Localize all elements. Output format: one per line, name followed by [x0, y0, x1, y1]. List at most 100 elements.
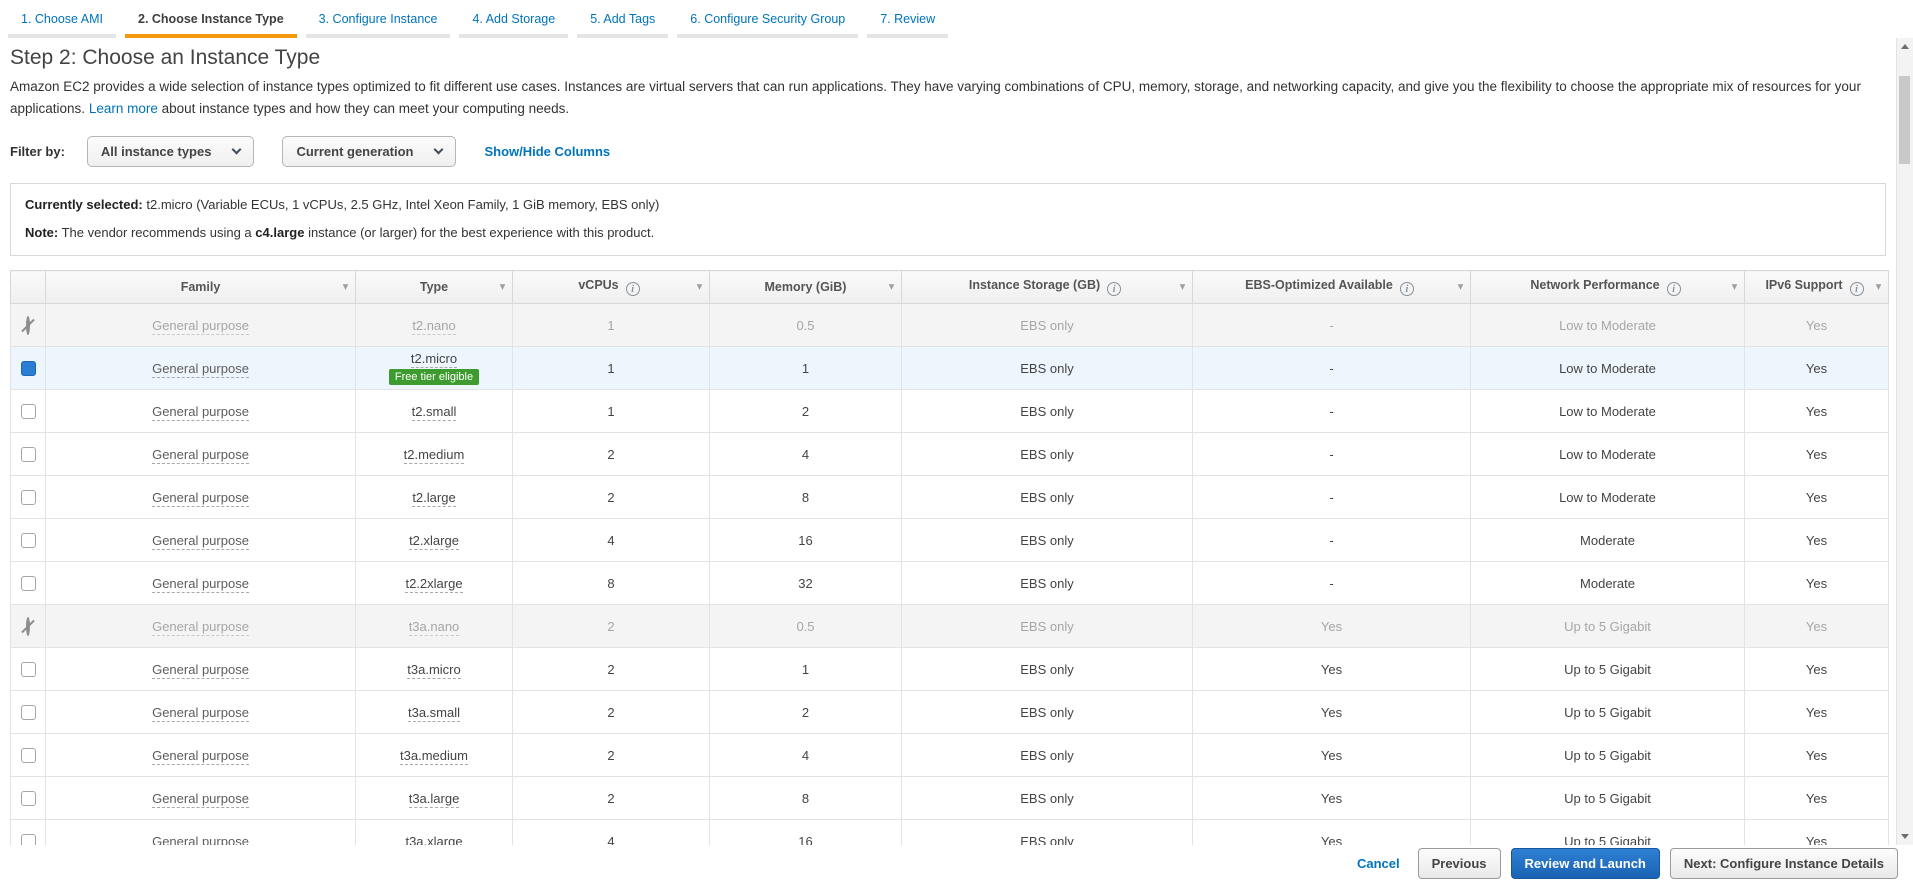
cell-ebs_optimized: Yes [1192, 647, 1471, 692]
filter-dropdown-2[interactable]: Current generation [282, 136, 457, 168]
sort-caret-icon[interactable]: ▾ [697, 282, 702, 293]
scrollbar-down-arrow-icon[interactable] [1897, 828, 1913, 845]
row-checkbox[interactable] [20, 747, 36, 763]
info-icon[interactable]: i [1107, 282, 1122, 297]
wizard-step-1[interactable]: 1. Choose AMI [8, 5, 116, 38]
cell-storage: EBS only [901, 604, 1193, 649]
sort-caret-icon[interactable]: ▾ [1732, 282, 1737, 293]
wizard-step-5[interactable]: 5. Add Tags [577, 5, 669, 38]
instance-row-t3a.nano[interactable]: General purpose t3a.nano 2 0.5 EBS only Yes Up… [10, 604, 1889, 649]
cell-vcpus: 2 [512, 604, 710, 649]
scrollbar-thumb[interactable] [1899, 76, 1910, 164]
sort-caret-icon[interactable]: ▾ [889, 282, 894, 293]
instance-row-t2.nano[interactable]: General purpose t2.nano 1 0.5 EBS only - Low t… [10, 303, 1889, 348]
row-checkbox[interactable] [20, 360, 36, 376]
info-icon[interactable]: i [1666, 282, 1681, 297]
cell-memory: 4 [709, 432, 902, 477]
sort-caret-icon[interactable]: ▾ [1458, 282, 1463, 293]
row-checkbox[interactable] [20, 489, 36, 505]
vertical-scrollbar[interactable] [1896, 38, 1913, 845]
wizard-step-2[interactable]: 2. Choose Instance Type [125, 5, 297, 38]
cell-family: General purpose [45, 475, 356, 520]
cell-memory: 8 [709, 776, 902, 821]
row-select-cell[interactable] [10, 432, 46, 477]
column-header-memory-gib-[interactable]: Memory (GiB) ▾ [709, 270, 902, 305]
family-tooltip-text: General purpose [152, 360, 249, 378]
info-icon[interactable]: i [1399, 282, 1414, 297]
row-select-cell[interactable] [10, 647, 46, 692]
sort-caret-icon[interactable]: ▾ [343, 282, 348, 293]
wizard-step-6[interactable]: 6. Configure Security Group [677, 5, 859, 38]
row-select-cell[interactable] [10, 561, 46, 606]
cell-ebs_optimized: - [1192, 518, 1471, 563]
row-checkbox[interactable] [20, 403, 36, 419]
instance-row-t3a.micro[interactable]: General purpose t3a.micro 2 1 EBS only Yes Up … [10, 647, 1889, 692]
wizard-step-4[interactable]: 4. Add Storage [459, 5, 569, 38]
cell-family: General purpose [45, 346, 356, 391]
cell-storage: EBS only [901, 647, 1193, 692]
cell-family: General purpose [45, 733, 356, 778]
row-select-cell[interactable] [10, 475, 46, 520]
cell-network: Up to 5 Gigabit [1470, 690, 1745, 735]
instance-row-t2.xlarge[interactable]: General purpose t2.xlarge 4 16 EBS only - Mode… [10, 518, 1889, 563]
filter-dropdown-1[interactable]: All instance types [86, 136, 255, 168]
instance-row-t3a.large[interactable]: General purpose t3a.large 2 8 EBS only Yes Up … [10, 776, 1889, 821]
instance-row-t3a.small[interactable]: General purpose t3a.small 2 2 EBS only Yes Up … [10, 690, 1889, 735]
row-select-cell[interactable] [10, 389, 46, 434]
row-checkbox[interactable] [20, 575, 36, 591]
show-hide-columns-link[interactable]: Show/Hide Columns [484, 144, 610, 159]
row-select-cell[interactable] [10, 819, 46, 845]
type-tooltip-text: t3a.large [408, 790, 460, 808]
column-header-ebs-optimized-available[interactable]: EBS-Optimized Available i ▾ [1192, 270, 1471, 305]
row-select-cell[interactable] [10, 776, 46, 821]
column-header-family[interactable]: Family ▾ [45, 270, 356, 305]
type-tooltip-text: t3a.micro [407, 661, 461, 679]
instance-row-t2.large[interactable]: General purpose t2.large 2 8 EBS only - Low to… [10, 475, 1889, 520]
cell-family: General purpose [45, 561, 356, 606]
instance-row-t3a.xlarge[interactable]: General purpose t3a.xlarge 4 16 EBS only Yes U… [10, 819, 1889, 845]
column-header-instance-storage-gb-[interactable]: Instance Storage (GB) i ▾ [901, 270, 1193, 305]
row-checkbox[interactable] [20, 704, 36, 720]
row-select-cell[interactable] [10, 346, 46, 391]
sort-caret-icon[interactable]: ▾ [500, 282, 505, 293]
sort-caret-icon[interactable]: ▾ [1876, 282, 1881, 293]
row-select-cell[interactable] [10, 733, 46, 778]
instance-row-t2.micro[interactable]: General purpose t2.micro Free tier eligibl… [10, 346, 1889, 391]
cancel-button[interactable]: Cancel [1357, 856, 1400, 871]
cell-vcpus: 2 [512, 776, 710, 821]
cell-network: Low to Moderate [1470, 432, 1745, 477]
info-icon[interactable]: i [1849, 282, 1864, 297]
row-checkbox[interactable] [20, 661, 36, 677]
column-header-ipv6-support[interactable]: IPv6 Support i ▾ [1744, 270, 1889, 305]
row-checkbox[interactable] [20, 532, 36, 548]
row-checkbox[interactable] [20, 446, 36, 462]
column-header-network-performance[interactable]: Network Performance i ▾ [1470, 270, 1745, 305]
column-header-vcpus[interactable]: vCPUs i ▾ [512, 270, 710, 305]
family-tooltip-text: General purpose [152, 747, 249, 765]
row-checkbox[interactable] [20, 790, 36, 806]
instance-row-t2.2xlarge[interactable]: General purpose t2.2xlarge 8 32 EBS only - Mod… [10, 561, 1889, 606]
cell-vcpus: 4 [512, 819, 710, 845]
type-tooltip-text: t3a.xlarge [405, 833, 463, 845]
row-select-cell[interactable] [10, 690, 46, 735]
next-configure-instance-details-button[interactable]: Next: Configure Instance Details [1669, 848, 1898, 879]
cell-memory: 2 [709, 389, 902, 434]
row-select-cell[interactable] [10, 518, 46, 563]
sort-caret-icon[interactable]: ▾ [1180, 282, 1185, 293]
cell-ebs_optimized: - [1192, 389, 1471, 434]
wizard-step-3[interactable]: 3. Configure Instance [305, 5, 451, 38]
column-header-label: Memory (GiB) [764, 280, 847, 295]
learn-more-link[interactable]: Learn more [89, 101, 158, 116]
column-header-type[interactable]: Type ▾ [355, 270, 513, 305]
row-checkbox[interactable] [20, 833, 36, 845]
instance-row-t2.medium[interactable]: General purpose t2.medium 2 4 EBS only - Low t… [10, 432, 1889, 477]
instance-row-t3a.medium[interactable]: General purpose t3a.medium 2 4 EBS only Yes Up… [10, 733, 1889, 778]
info-icon[interactable]: i [625, 282, 640, 297]
scrollbar-up-arrow-icon[interactable] [1897, 38, 1913, 55]
review-and-launch-button[interactable]: Review and Launch [1510, 848, 1660, 879]
type-tooltip-text: t2.nano [412, 317, 456, 335]
instance-row-t2.small[interactable]: General purpose t2.small 1 2 EBS only - Low to… [10, 389, 1889, 434]
previous-button[interactable]: Previous [1417, 848, 1501, 879]
row-select-cell [10, 604, 46, 649]
wizard-step-7[interactable]: 7. Review [867, 5, 949, 38]
